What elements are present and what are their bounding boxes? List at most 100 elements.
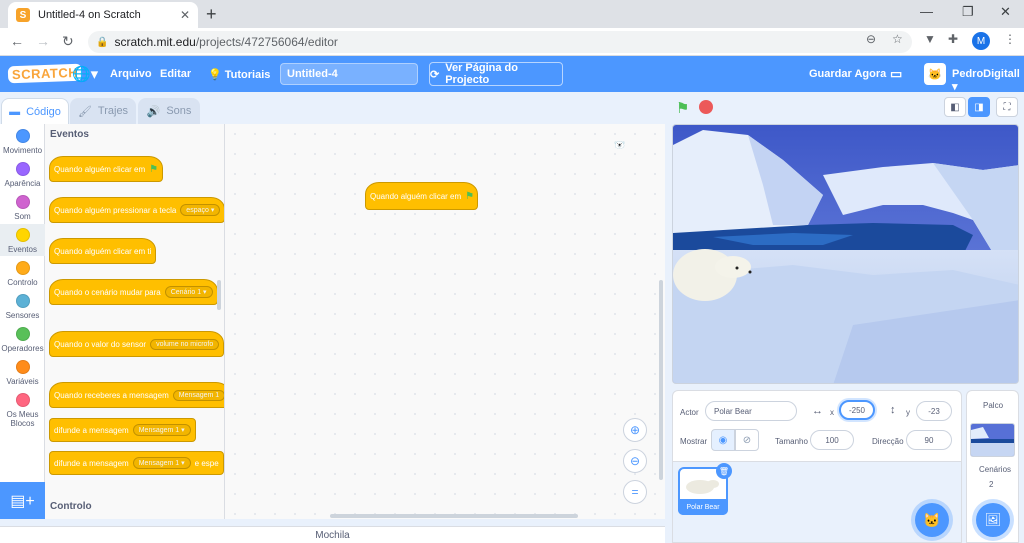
block-broadcast-and-wait[interactable]: difunde a mensagem Mensagem 1 ▾ e espe [49, 451, 224, 475]
stop-icon[interactable] [699, 100, 713, 114]
forward-arrow-icon[interactable]: → [36, 33, 50, 49]
browser-tab[interactable]: S Untitled-4 on Scratch ✕ [8, 2, 198, 28]
block-suffix: e espe [194, 458, 219, 468]
block-broadcast[interactable]: difunde a mensagem Mensagem 1 ▾ [49, 418, 196, 442]
extension-icon[interactable]: ▼ [924, 32, 936, 46]
profile-avatar[interactable]: M [972, 32, 990, 50]
project-title-input[interactable]: Untitled-4 [280, 63, 418, 85]
direction-input[interactable]: 90 [906, 430, 952, 450]
reload-icon[interactable]: ↻ [62, 33, 74, 50]
workspace-horizontal-scrollbar[interactable] [330, 514, 578, 518]
see-project-page-button[interactable]: ⟳ Ver Página do Projecto [429, 62, 563, 86]
hide-toggle[interactable]: ⊘ [735, 429, 759, 451]
stage-canvas[interactable] [672, 124, 1019, 384]
block-when-backdrop-switches[interactable]: Quando o cenário mudar para Cenário 1 ▾ [49, 279, 218, 305]
speaker-icon: 🔊 [146, 105, 161, 118]
address-bar: ← → ↻ 🔒 scratch.mit.edu/projects/4727560… [0, 28, 1024, 56]
language-globe-icon[interactable]: 🌐▾ [72, 65, 98, 83]
block-when-key-pressed[interactable]: Quando alguém pressionar a tecla espaço ▾ [49, 197, 224, 223]
green-flag-icon[interactable]: ⚑ [676, 99, 689, 117]
block-when-sensor-value[interactable]: Quando o valor do sensor volume no microf… [49, 331, 224, 357]
add-sprite-button[interactable]: 🐱 [915, 503, 949, 537]
small-stage-button[interactable]: ◧ [944, 97, 966, 117]
menu-file[interactable]: Arquivo [110, 68, 152, 80]
tab-sounds[interactable]: 🔊 Sons [138, 98, 200, 124]
zoom-out-button[interactable]: ⊖ [623, 449, 647, 473]
block-label: Quando alguém pressionar a tecla [54, 205, 177, 215]
sensing-dot-icon [15, 294, 30, 308]
size-input[interactable]: 100 [810, 430, 854, 450]
menu-edit[interactable]: Editar [160, 68, 191, 80]
broadcast-dropdown[interactable]: Mensagem 1 ▾ [132, 424, 191, 436]
x-position-input[interactable]: -250 [839, 400, 875, 420]
dropdown-value: Cenário 1 [170, 289, 202, 296]
backdrop-dropdown[interactable]: Cenário 1 ▾ [164, 286, 213, 298]
broadcast-wait-dropdown[interactable]: Mensagem 1 ▾ [132, 457, 191, 469]
palette-heading-control: Controlo [50, 501, 92, 512]
menu-tutorials[interactable]: 💡 Tutoriais [208, 68, 270, 81]
add-backdrop-button[interactable]: 🖼 [976, 503, 1010, 537]
user-avatar[interactable]: 🐱 [924, 63, 946, 85]
username-menu[interactable]: PedroDigitall ▾ [952, 68, 1024, 93]
minimize-button[interactable]: — [920, 4, 933, 19]
normal-stage-icon: ◨ [974, 101, 984, 113]
category-control[interactable]: Controlo [0, 261, 45, 287]
x-label: x [830, 408, 834, 417]
backpack-bar[interactable]: Mochila [0, 526, 665, 543]
category-sound[interactable]: Som [0, 195, 45, 221]
category-sensing[interactable]: Sensores [0, 294, 45, 320]
block-when-sprite-clicked[interactable]: Quando alguém clicar em ti [49, 238, 157, 264]
category-label: Eventos [8, 245, 37, 254]
puzzle-icon[interactable]: ✚ [948, 32, 958, 46]
show-label: Mostrar [680, 437, 708, 446]
url-path: /projects/472756064/editor [195, 35, 338, 49]
key-dropdown[interactable]: espaço ▾ [180, 204, 221, 216]
kebab-menu-icon[interactable]: ⋮ [1004, 32, 1016, 46]
category-motion[interactable]: Movimento [0, 129, 45, 155]
sensor-dropdown[interactable]: volume no microfo [150, 338, 220, 350]
delete-sprite-button[interactable]: 🗑 [716, 463, 732, 479]
image-plus-icon: 🖼 [984, 512, 1002, 527]
category-menu: Movimento Aparência Som Eventos Controlo… [0, 124, 45, 519]
backdrop-thumbnail [971, 424, 1014, 456]
normal-stage-button[interactable]: ◨ [968, 97, 990, 117]
zoom-reset-button[interactable]: = [623, 480, 647, 504]
save-now-button[interactable]: Guardar Agora [809, 68, 886, 80]
small-stage-icon: ◧ [950, 101, 960, 113]
zoom-in-button[interactable]: ⊕ [623, 418, 647, 442]
restore-button[interactable]: ❐ [962, 4, 974, 20]
workspace-vertical-scrollbar[interactable] [659, 280, 663, 480]
tab-code[interactable]: ▬ Código [1, 98, 69, 124]
bookmark-star-icon[interactable]: ☆ [892, 32, 903, 46]
new-tab-button[interactable]: + [206, 4, 217, 25]
stage-thumbnail[interactable] [970, 423, 1015, 457]
category-label: Sensores [5, 311, 40, 320]
block-when-flag-clicked[interactable]: Quando alguém clicar em ⚑ [49, 156, 164, 182]
url-input[interactable]: 🔒 scratch.mit.edu/projects/472756064/edi… [88, 31, 912, 53]
receive-dropdown[interactable]: Mensagem 1 [172, 389, 224, 401]
block-label: Quando receberes a mensagem [54, 390, 169, 400]
sprite-name-input[interactable]: Polar Bear [705, 401, 797, 421]
palette-scrollbar[interactable] [217, 280, 221, 310]
add-extension-button[interactable]: ▤+ [0, 482, 45, 519]
category-operators[interactable]: Operadores [0, 327, 45, 353]
show-visible-toggle[interactable]: ◉ [711, 429, 735, 451]
category-events[interactable]: Eventos [0, 224, 45, 256]
stage-title: Palco [983, 401, 1004, 410]
tab-close-icon[interactable]: ✕ [180, 8, 190, 22]
back-arrow-icon[interactable]: ← [10, 33, 24, 49]
y-arrows-icon: ↕ [890, 404, 896, 416]
category-variables[interactable]: Variáveis [0, 360, 45, 386]
my-stuff-folder-icon[interactable]: ▭ [890, 66, 902, 82]
fullscreen-button[interactable]: ⛶ [996, 97, 1018, 117]
y-position-input[interactable]: -23 [916, 401, 952, 421]
dropdown-value: Mensagem 1 [138, 460, 180, 467]
category-my-blocks[interactable]: Os Meus Blocos [0, 393, 45, 428]
tab-code-label: Código [26, 105, 61, 118]
block-when-receive-message[interactable]: Quando receberes a mensagem Mensagem 1 [49, 382, 224, 408]
category-looks[interactable]: Aparência [0, 162, 45, 188]
zoom-icon[interactable]: ⊖ [866, 32, 876, 46]
tab-costumes[interactable]: 🖌 Trajes [70, 98, 136, 124]
window-close-button[interactable]: ✕ [1000, 4, 1011, 20]
script-when-flag-clicked[interactable]: Quando alguém clicar em ⚑ [365, 182, 478, 210]
